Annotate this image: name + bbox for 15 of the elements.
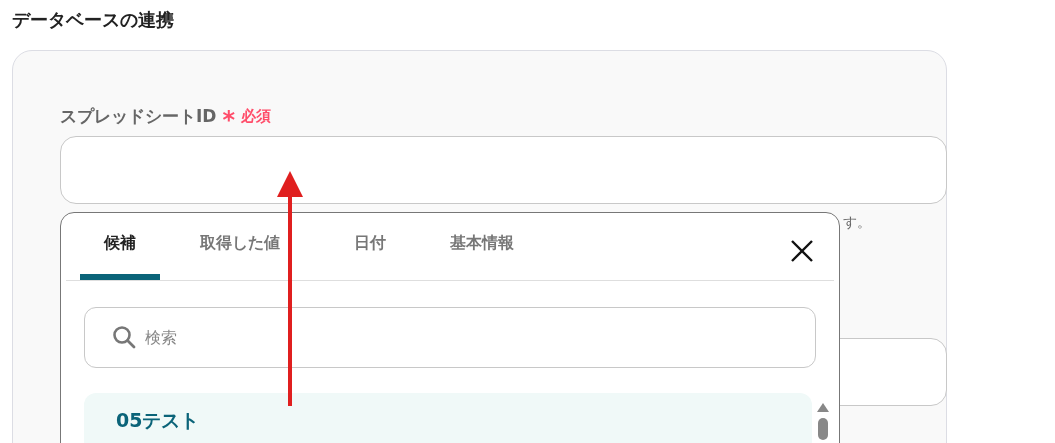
scrollbar-thumb[interactable] <box>818 418 828 440</box>
spreadsheet-id-field[interactable] <box>60 136 947 204</box>
search-field[interactable]: 検索 <box>84 307 816 368</box>
list-item[interactable]: 05テスト <box>84 393 812 443</box>
tab[interactable]: 日付 <box>330 213 410 280</box>
tab[interactable]: 基本情報 <box>424 213 540 280</box>
field-label: スプレッドシートID <box>60 104 217 128</box>
required-asterisk: * <box>222 105 235 132</box>
scroll-up-icon[interactable] <box>817 403 829 412</box>
tab[interactable]: 取得した値 <box>174 213 306 280</box>
close-icon[interactable] <box>790 239 814 263</box>
section-title: データベースの連携 <box>11 8 175 32</box>
hint-text: す。 <box>843 214 871 230</box>
tab[interactable]: 候補 <box>80 213 160 280</box>
required-label: 必須 <box>241 106 271 126</box>
